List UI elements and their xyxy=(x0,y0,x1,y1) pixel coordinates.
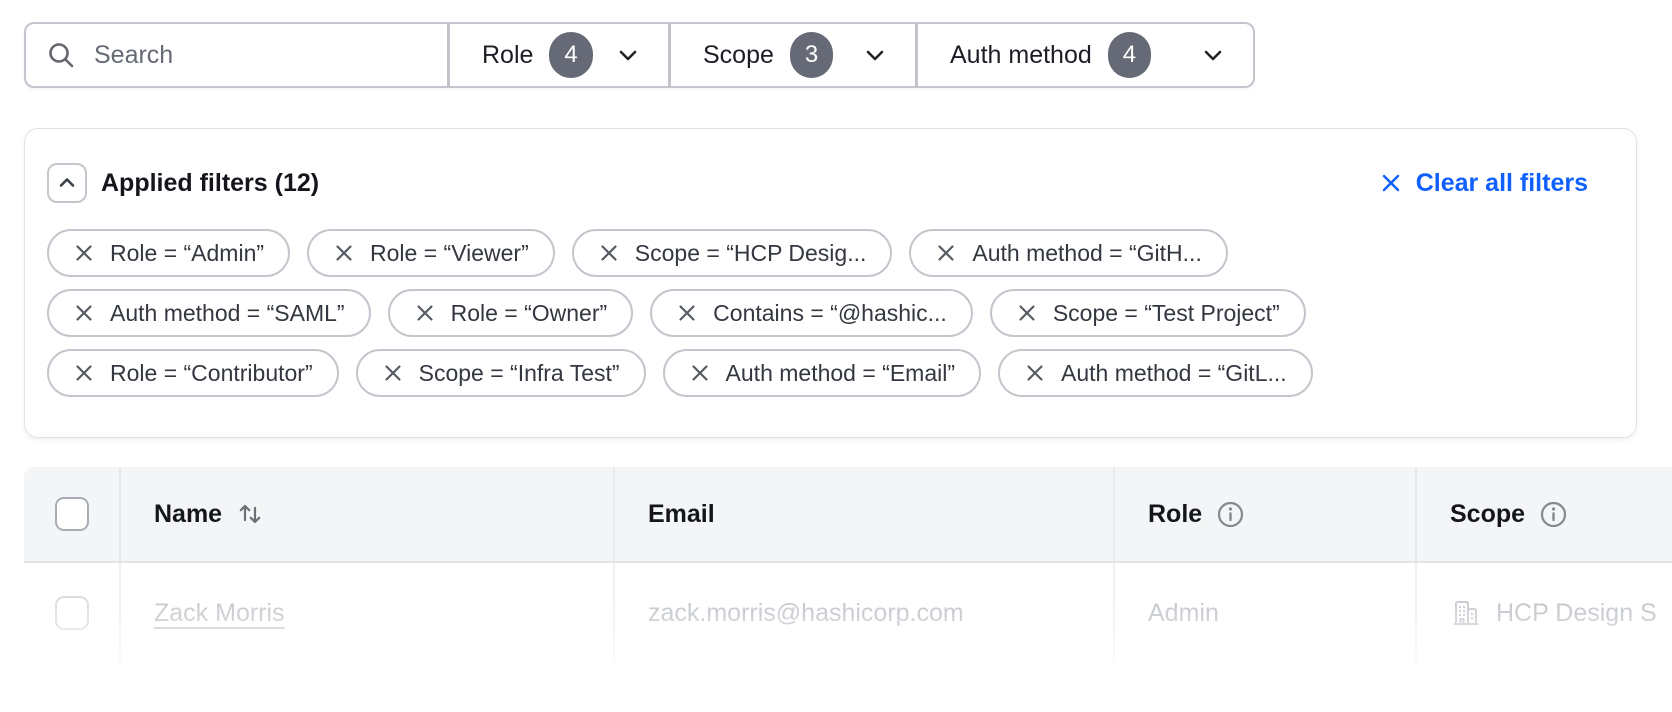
filter-pill: Scope = “Test Project” xyxy=(990,289,1306,337)
filter-pill: Auth method = “GitH... xyxy=(909,229,1227,277)
filter-pill: Scope = “HCP Desig... xyxy=(572,229,893,277)
collapse-applied-filters-button[interactable] xyxy=(47,163,87,203)
filter-pill-label: Role = “Viewer” xyxy=(370,240,529,267)
applied-filters-title: Applied filters (12) xyxy=(101,169,319,198)
info-icon[interactable] xyxy=(1216,500,1245,529)
role-column-label: Role xyxy=(1148,500,1202,529)
filter-pill-label: Scope = “Infra Test” xyxy=(419,360,620,387)
filter-pill-label: Contains = “@hashic... xyxy=(713,300,947,327)
applied-filters-header: Applied filters (12) Clear all filters xyxy=(47,163,1588,203)
remove-filter-icon[interactable] xyxy=(598,242,620,264)
user-name-link[interactable]: Zack Morris xyxy=(154,599,285,628)
auth-method-filter-label: Auth method xyxy=(950,41,1092,70)
search-icon xyxy=(46,40,76,70)
remove-filter-icon[interactable] xyxy=(73,242,95,264)
remove-filter-icon[interactable] xyxy=(73,362,95,384)
role-filter-label: Role xyxy=(482,41,533,70)
filter-pill: Role = “Admin” xyxy=(47,229,290,277)
org-building-icon xyxy=(1450,597,1482,629)
name-column-label: Name xyxy=(154,500,222,529)
email-column-label: Email xyxy=(648,500,715,529)
role-column-header: Role xyxy=(1115,467,1417,561)
filter-pill-label: Scope = “Test Project” xyxy=(1053,300,1280,327)
scope-filter-count-badge: 3 xyxy=(790,32,833,78)
remove-filter-icon[interactable] xyxy=(1024,362,1046,384)
pill-row: Role = “Admin” Role = “Viewer” Scope = “… xyxy=(47,229,1588,277)
info-icon[interactable] xyxy=(1539,500,1568,529)
filter-pill: Scope = “Infra Test” xyxy=(356,349,646,397)
scope-column-label: Scope xyxy=(1450,500,1525,529)
row-checkbox[interactable] xyxy=(55,596,89,630)
filter-pill-label: Auth method = “SAML” xyxy=(110,300,345,327)
filter-pill-label: Role = “Contributor” xyxy=(110,360,313,387)
pill-row: Role = “Contributor” Scope = “Infra Test… xyxy=(47,349,1588,397)
filter-pill: Contains = “@hashic... xyxy=(650,289,973,337)
user-email: zack.morris@hashicorp.com xyxy=(648,599,964,628)
filter-pill: Auth method = “SAML” xyxy=(47,289,371,337)
table-header-row: Name Email Role Scope xyxy=(24,467,1672,563)
name-column-header[interactable]: Name xyxy=(121,467,615,561)
table-row: Zack Morris zack.morris@hashicorp.com Ad… xyxy=(24,563,1672,663)
users-table: Name Email Role Scope xyxy=(24,467,1672,663)
clear-all-filters-label: Clear all filters xyxy=(1416,169,1588,198)
remove-filter-icon[interactable] xyxy=(935,242,957,264)
search-box[interactable] xyxy=(24,22,449,88)
scope-column-header: Scope xyxy=(1417,467,1672,561)
select-all-checkbox[interactable] xyxy=(55,497,89,531)
remove-filter-icon[interactable] xyxy=(676,302,698,324)
chevron-down-icon xyxy=(1199,41,1227,69)
filter-pill: Role = “Owner” xyxy=(388,289,634,337)
row-select-cell xyxy=(24,563,121,663)
select-all-cell xyxy=(24,467,121,561)
remove-filter-icon[interactable] xyxy=(333,242,355,264)
close-icon xyxy=(1379,171,1403,195)
row-email-cell: zack.morris@hashicorp.com xyxy=(615,563,1115,663)
chevron-down-icon xyxy=(614,41,642,69)
remove-filter-icon[interactable] xyxy=(382,362,404,384)
role-filter-count-badge: 4 xyxy=(549,32,592,78)
user-role: Admin xyxy=(1148,599,1219,628)
remove-filter-icon[interactable] xyxy=(1016,302,1038,324)
chevron-up-icon xyxy=(54,170,80,196)
row-name-cell: Zack Morris xyxy=(121,563,615,663)
filter-pill-label: Scope = “HCP Desig... xyxy=(635,240,867,267)
filter-pill-label: Auth method = “GitH... xyxy=(972,240,1201,267)
clear-all-filters-button[interactable]: Clear all filters xyxy=(1379,169,1588,198)
filter-pill: Role = “Viewer” xyxy=(307,229,555,277)
chevron-down-icon xyxy=(861,41,889,69)
filter-pill-label: Auth method = “GitL... xyxy=(1061,360,1287,387)
sort-icon[interactable] xyxy=(236,499,264,529)
filter-pill: Auth method = “Email” xyxy=(663,349,981,397)
filter-pill-label: Role = “Admin” xyxy=(110,240,264,267)
search-input[interactable] xyxy=(92,40,427,71)
scope-filter-dropdown[interactable]: Scope 3 xyxy=(670,22,917,88)
applied-filter-pills: Role = “Admin” Role = “Viewer” Scope = “… xyxy=(47,229,1588,397)
filter-pill: Role = “Contributor” xyxy=(47,349,339,397)
remove-filter-icon[interactable] xyxy=(414,302,436,324)
role-filter-dropdown[interactable]: Role 4 xyxy=(449,22,670,88)
email-column-header: Email xyxy=(615,467,1115,561)
auth-method-filter-count-badge: 4 xyxy=(1108,32,1151,78)
remove-filter-icon[interactable] xyxy=(689,362,711,384)
filter-pill-label: Role = “Owner” xyxy=(451,300,608,327)
row-scope-cell: HCP Design S xyxy=(1417,563,1672,663)
scope-filter-label: Scope xyxy=(703,41,774,70)
filter-pill-label: Auth method = “Email” xyxy=(726,360,955,387)
pill-row: Auth method = “SAML” Role = “Owner” Cont… xyxy=(47,289,1588,337)
remove-filter-icon[interactable] xyxy=(73,302,95,324)
row-role-cell: Admin xyxy=(1115,563,1417,663)
applied-filters-panel: Applied filters (12) Clear all filters R… xyxy=(24,128,1637,438)
filter-toolbar: Role 4 Scope 3 Auth method 4 xyxy=(24,22,1672,88)
filter-pill: Auth method = “GitL... xyxy=(998,349,1313,397)
auth-method-filter-dropdown[interactable]: Auth method 4 xyxy=(917,22,1255,88)
user-scope: HCP Design S xyxy=(1496,599,1657,628)
